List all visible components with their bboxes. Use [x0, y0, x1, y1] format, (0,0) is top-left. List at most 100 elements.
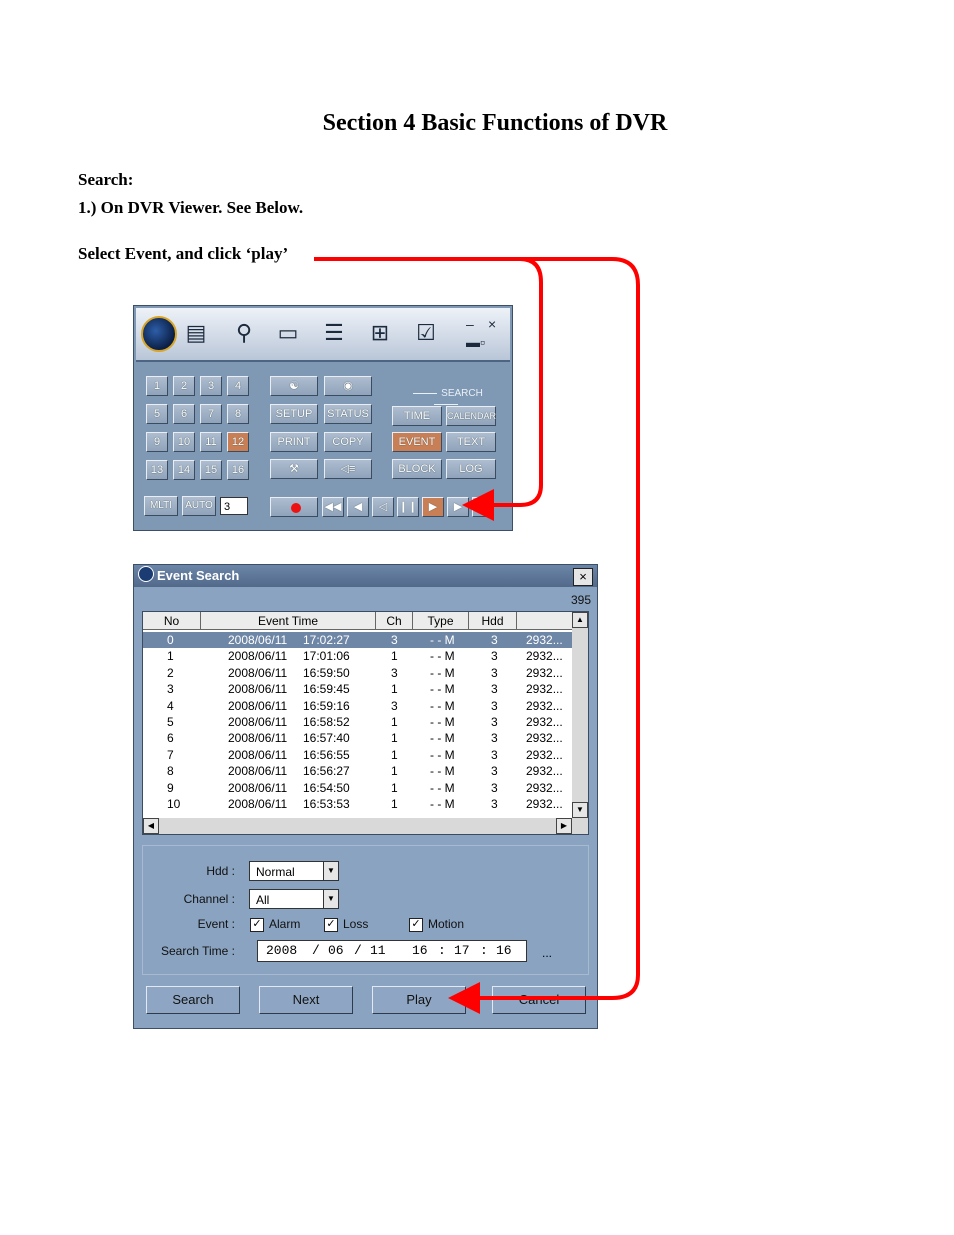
column-header[interactable]	[517, 612, 573, 630]
play-button[interactable]: ▶	[422, 497, 444, 517]
time-separator: :	[438, 943, 446, 958]
scroll-down-icon[interactable]: ▼	[572, 802, 588, 818]
copy-button[interactable]: COPY	[324, 432, 372, 452]
channel-button-10[interactable]: 10	[173, 432, 195, 452]
time-search-button[interactable]: TIME	[392, 406, 442, 426]
pause-button[interactable]: ❙❙	[397, 497, 419, 517]
step-forward-button[interactable]: ▶	[447, 497, 469, 517]
year-field[interactable]: 2008	[266, 941, 297, 961]
search-magnifier-icon[interactable]: ⚲	[230, 320, 258, 346]
event-search-button[interactable]: EVENT	[392, 432, 442, 452]
setup-button[interactable]: SETUP	[270, 404, 318, 424]
calendar-search-button[interactable]: CALENDAR	[446, 406, 496, 426]
channel-button-12[interactable]: 12	[227, 432, 249, 452]
vertical-scrollbar[interactable]: ▲ ▼	[572, 612, 588, 818]
motion-checkbox[interactable]: ✓	[409, 918, 423, 932]
search-button[interactable]: Search	[146, 986, 240, 1014]
date-separator: /	[312, 943, 320, 958]
chevron-down-icon[interactable]: ▼	[323, 890, 338, 908]
fullscreen-icon[interactable]: ⊞	[366, 320, 394, 346]
cell-ch: 1	[391, 747, 398, 762]
minimize-button[interactable]: –	[466, 316, 474, 332]
channel-button-13[interactable]: 13	[146, 460, 168, 480]
multi-view-button[interactable]: MLTI	[144, 496, 178, 516]
table-row[interactable]: 3 2008/06/11 16:59:45 1 - - M 3 2932...	[143, 681, 573, 697]
column-header[interactable]: Ch	[376, 612, 413, 630]
step-back-button[interactable]: ◀	[347, 497, 369, 517]
channel-button-4[interactable]: 4	[227, 376, 249, 396]
person-search-button[interactable]: ☯	[270, 376, 318, 396]
tree-icon[interactable]: ☰	[320, 320, 348, 346]
channel-button-7[interactable]: 7	[200, 404, 222, 424]
log-search-button[interactable]: LOG	[446, 459, 496, 479]
hdd-select[interactable]: Normal ▼	[249, 861, 339, 881]
scroll-up-icon[interactable]: ▲	[572, 612, 588, 628]
play-event-button[interactable]: Play	[372, 986, 466, 1014]
hour-field[interactable]: 16	[412, 941, 428, 961]
more-button[interactable]: ...	[542, 946, 552, 960]
dialog-close-button[interactable]: ×	[573, 568, 593, 586]
table-row[interactable]: 6 2008/06/11 16:57:40 1 - - M 3 2932...	[143, 730, 573, 746]
table-row[interactable]: 4 2008/06/11 16:59:16 3 - - M 3 2932...	[143, 698, 573, 714]
channel-button-6[interactable]: 6	[173, 404, 195, 424]
channel-button-3[interactable]: 3	[200, 376, 222, 396]
month-field[interactable]: 06	[328, 941, 344, 961]
next-button[interactable]: Next	[259, 986, 353, 1014]
record-button[interactable]	[270, 497, 318, 517]
horizontal-scrollbar[interactable]: ◀ ▶	[143, 818, 588, 834]
channel-button-2[interactable]: 2	[173, 376, 195, 396]
block-search-button[interactable]: BLOCK	[392, 459, 442, 479]
cancel-button[interactable]: Cancel	[492, 986, 586, 1014]
table-row[interactable]: 10 2008/06/11 16:53:53 1 - - M 3 2932...	[143, 796, 573, 812]
minute-field[interactable]: 17	[454, 941, 470, 961]
table-row[interactable]: 9 2008/06/11 16:54:50 1 - - M 3 2932...	[143, 780, 573, 796]
wrench-button[interactable]: ⚒	[270, 459, 318, 479]
table-row[interactable]: 8 2008/06/11 16:56:27 1 - - M 3 2932...	[143, 763, 573, 779]
close-button[interactable]: ×	[488, 316, 496, 332]
channel-button-14[interactable]: 14	[173, 460, 195, 480]
window-mode-icon[interactable]: ▬▫	[466, 334, 485, 350]
column-header[interactable]: Hdd	[469, 612, 517, 630]
column-header[interactable]: Event Time	[201, 612, 376, 630]
auto-interval-spinner[interactable]: 3	[220, 497, 248, 515]
alarm-checkbox[interactable]: ✓	[250, 918, 264, 932]
device-icon[interactable]: ▭	[274, 320, 302, 346]
scroll-right-icon[interactable]: ▶	[556, 818, 572, 834]
camera-button[interactable]: ◉	[324, 376, 372, 396]
scroll-left-icon[interactable]: ◀	[143, 818, 159, 834]
table-row[interactable]: 5 2008/06/11 16:58:52 1 - - M 3 2932...	[143, 714, 573, 730]
table-row[interactable]: 7 2008/06/11 16:56:55 1 - - M 3 2932...	[143, 747, 573, 763]
event-list[interactable]: No Event Time Ch Type Hdd 0 2008/06/11 17:02:2…	[142, 611, 589, 835]
fast-forward-button[interactable]: ▶▶	[472, 497, 494, 517]
cell-hdd: 3	[491, 764, 498, 779]
channel-button-11[interactable]: 11	[200, 432, 222, 452]
print-button[interactable]: PRINT	[270, 432, 318, 452]
day-field[interactable]: 11	[370, 941, 386, 961]
loss-checkbox[interactable]: ✓	[324, 918, 338, 932]
channel-button-8[interactable]: 8	[227, 404, 249, 424]
table-row[interactable]: 1 2008/06/11 17:01:06 1 - - M 3 2932...	[143, 648, 573, 664]
column-header[interactable]: Type	[413, 612, 469, 630]
status-button[interactable]: STATUS	[324, 404, 372, 424]
reverse-play-button[interactable]: ◁	[372, 497, 394, 517]
chevron-down-icon[interactable]: ▼	[323, 862, 338, 880]
audio-button[interactable]: ◁≡	[324, 459, 372, 479]
monitor-icon[interactable]: ▤	[182, 320, 210, 346]
channel-button-1[interactable]: 1	[146, 376, 168, 396]
table-row[interactable]: 0 2008/06/11 17:02:27 3 - - M 3 2932...	[143, 632, 573, 648]
checklist-icon[interactable]: ☑	[412, 320, 440, 346]
channel-button-15[interactable]: 15	[200, 460, 222, 480]
second-field[interactable]: 16	[496, 941, 512, 961]
auto-sequence-button[interactable]: AUTO	[182, 496, 216, 516]
channel-button-16[interactable]: 16	[227, 460, 249, 480]
cell-date: 2008/06/11	[228, 698, 288, 713]
channel-button-9[interactable]: 9	[146, 432, 168, 452]
search-time-input[interactable]: 2008 / 06 / 11 16 : 17 : 16	[257, 940, 527, 962]
channel-select[interactable]: All ▼	[249, 889, 339, 909]
text-search-button[interactable]: TEXT	[446, 432, 496, 452]
channel-button-5[interactable]: 5	[146, 404, 168, 424]
column-header[interactable]: No	[143, 612, 201, 630]
fast-rewind-button[interactable]: ◀◀	[322, 497, 344, 517]
cell-hdd: 3	[491, 780, 498, 795]
table-row[interactable]: 2 2008/06/11 16:59:50 3 - - M 3 2932...	[143, 665, 573, 681]
